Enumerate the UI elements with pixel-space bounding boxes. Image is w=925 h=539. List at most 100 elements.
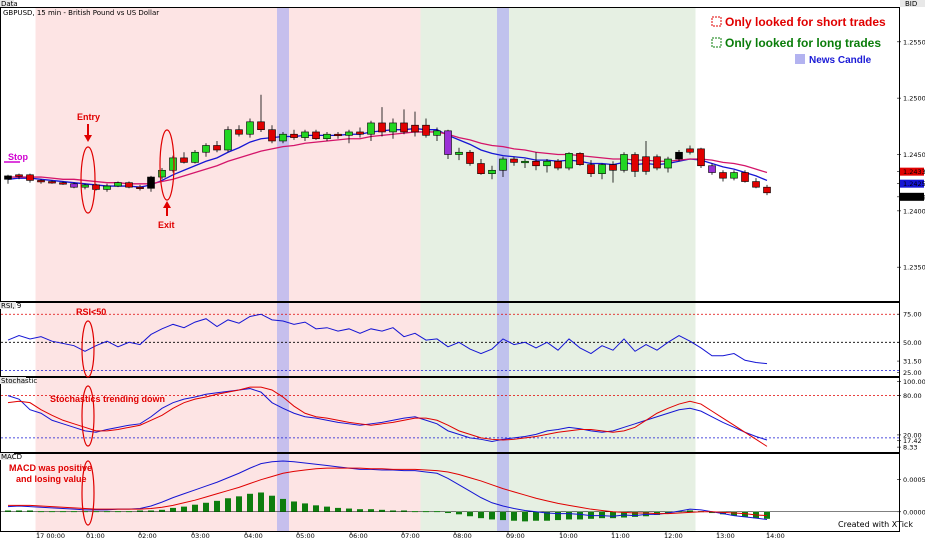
- candle-body-8: [92, 184, 100, 190]
- macd-histogram-bar-46: [511, 511, 517, 521]
- macd-histogram-bar-26: [291, 501, 297, 512]
- candle-body-19: [213, 145, 221, 151]
- time-tick-0: 17 00:00: [36, 532, 65, 539]
- candle-body-11: [125, 182, 133, 188]
- macd-histogram-bar-37: [412, 511, 418, 513]
- candle-body-61: [675, 151, 683, 160]
- rsi-pane-label: RSI, 9: [1, 302, 21, 310]
- candle-body-64: [708, 165, 716, 173]
- candle-body-39: [433, 130, 441, 136]
- stochastic-annotation: Stochastics trending down: [50, 394, 165, 404]
- time-tick-6: 06:00: [349, 532, 368, 539]
- legend-long-label: Only looked for long trades: [725, 36, 881, 50]
- candle-body-60: [664, 158, 672, 169]
- rsi-tick-0: 75.00: [903, 311, 922, 319]
- macd-histogram-bar-8: [93, 511, 99, 513]
- candle-body-22: [246, 121, 254, 135]
- time-tick-4: 04:00: [244, 532, 263, 539]
- candle-body-16: [180, 157, 188, 163]
- credit-text: Created with XTick: [838, 520, 913, 529]
- candle-body-56: [620, 154, 628, 171]
- price-value-label-2: 1.2416: [903, 193, 925, 201]
- macd-histogram-bar-47: [522, 511, 528, 522]
- candle-body-10: [114, 182, 122, 187]
- stop-label: Stop: [8, 152, 28, 162]
- candle-body-0: [4, 175, 12, 180]
- entry-label: Entry: [77, 112, 100, 122]
- legend-news-swatch: [795, 54, 805, 64]
- candle-body-52: [576, 153, 584, 165]
- candle-body-55: [609, 164, 617, 171]
- macd-histogram-bar-21: [236, 496, 242, 512]
- candle-body-21: [235, 129, 243, 135]
- candle-body-2: [26, 174, 34, 181]
- region-band-0-pane-2: [35, 378, 421, 452]
- macd-histogram-bar-1: [16, 510, 22, 512]
- corner-label: BID: [905, 0, 917, 8]
- macd-histogram-bar-13: [148, 510, 154, 512]
- macd-histogram-bar-23: [258, 492, 264, 512]
- macd-histogram-bar-45: [500, 511, 506, 521]
- macd-histogram-bar-51: [566, 511, 572, 520]
- macd-histogram-bar-9: [104, 511, 110, 513]
- macd-annotation-line2: and losing value: [16, 474, 87, 484]
- candle-body-17: [191, 151, 199, 163]
- candle-body-32: [356, 131, 364, 135]
- candle-body-40: [444, 130, 452, 155]
- candle-body-49: [543, 160, 551, 167]
- macd-histogram-bar-32: [357, 509, 363, 512]
- macd-histogram-bar-29: [324, 506, 330, 512]
- price-value-label-1: 1.2425: [903, 180, 925, 188]
- legend-long-swatch: [711, 37, 722, 48]
- chart-title: GBPUSD, 15 min - British Pound vs US Dol…: [3, 9, 159, 17]
- candle-body-69: [763, 186, 771, 194]
- macd-histogram-bar-12: [137, 510, 143, 512]
- candle-body-50: [554, 160, 562, 169]
- candle-body-54: [598, 164, 606, 174]
- macd-histogram-bar-3: [38, 511, 44, 513]
- legend-news-label: News Candle: [809, 55, 872, 66]
- macd-histogram-bar-25: [280, 498, 286, 512]
- rsi-tick-3: 25.00: [903, 369, 922, 377]
- candle-body-25: [279, 133, 287, 142]
- macd-histogram-bar-28: [313, 505, 319, 512]
- macd-pane-label: MACD: [1, 453, 22, 461]
- rsi-tick-2: 31.50: [903, 358, 922, 366]
- macd-histogram-bar-38: [423, 511, 429, 513]
- candle-body-7: [81, 184, 89, 188]
- candle-body-37: [411, 124, 419, 133]
- candle-body-20: [224, 129, 232, 151]
- rsi-annotation: RSI<50: [76, 307, 106, 317]
- macd-tick-0: 0.0005: [903, 476, 925, 484]
- stochastic-pane-label: Stochastic: [1, 377, 37, 385]
- macd-histogram-bar-55: [610, 511, 616, 519]
- candle-body-23: [257, 121, 265, 131]
- time-tick-14: 14:00: [766, 532, 785, 539]
- candle-body-48: [532, 160, 540, 167]
- legend: Only looked for short trades Only looked…: [711, 15, 886, 66]
- candle-body-30: [334, 133, 342, 137]
- macd-histogram-bar-35: [390, 510, 396, 512]
- candle-body-63: [697, 148, 705, 167]
- candle-body-9: [103, 185, 111, 190]
- candle-body-3: [37, 180, 45, 183]
- macd-histogram-bar-10: [115, 511, 121, 513]
- macd-annotation-line1: MACD was positive: [9, 463, 92, 473]
- time-tick-2: 02:00: [138, 532, 157, 539]
- price-tick-0: 1.2550: [903, 38, 925, 46]
- macd-histogram-bar-2: [27, 510, 33, 512]
- candle-body-36: [400, 122, 408, 133]
- stochastic-tick-0: 100.00: [903, 378, 925, 386]
- macd-histogram-bar-14: [159, 509, 165, 512]
- candle-body-31: [345, 131, 353, 136]
- candle-body-29: [323, 133, 331, 140]
- candle-body-43: [477, 163, 485, 174]
- region-band-0-pane-0: [35, 8, 421, 301]
- candle-body-46: [510, 158, 518, 163]
- candle-body-12: [136, 186, 144, 189]
- macd-histogram-bar-20: [225, 498, 231, 512]
- candle-body-34: [378, 122, 386, 133]
- candle-body-6: [70, 183, 78, 188]
- candle-body-24: [268, 129, 276, 142]
- forex-chart: Data BID GBPUSD, 15 min - British Pound …: [0, 0, 925, 539]
